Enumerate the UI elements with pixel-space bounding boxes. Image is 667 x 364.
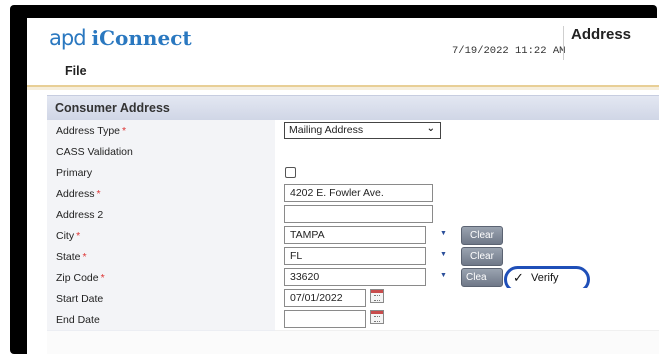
menu-divider-shadow [27,87,659,90]
dropdown-arrow-icon[interactable]: ▼ [440,230,448,239]
required-mark: * [122,125,127,137]
calendar-icon[interactable] [370,289,384,303]
row-address-type: Address Type * Mailing Address ⌄ [47,120,659,142]
state-clear-button[interactable]: Clear [461,247,503,266]
value-cell [275,141,659,163]
dropdown-arrow-icon[interactable]: ▼ [440,251,448,260]
section-header: Consumer Address [47,95,659,120]
row-cass-validation: CASS Validation [47,141,659,163]
primary-checkbox[interactable] [285,167,296,178]
calendar-icon[interactable] [370,310,384,324]
address-label: Address * [56,188,101,200]
end-date-label: End Date [56,314,100,326]
consumer-address-form: Consumer Address Address Type * Mailing A… [47,95,659,354]
end-date-input[interactable] [284,310,366,328]
app-logo: apd iConnect [49,26,192,50]
required-mark: * [100,272,105,284]
zip-code-label: Zip Code * [56,272,105,284]
row-primary: Primary [47,162,659,184]
address-value: 4202 E. Fowler Ave. [290,187,384,199]
city-value: TAMPA [290,229,325,241]
primary-label: Primary [56,167,93,179]
address-type-value: Mailing Address [289,124,364,136]
required-mark: * [82,251,87,263]
row-zip-code: Zip Code * 33620 ▼ Clea ✓ Verify [47,266,659,293]
chevron-down-icon: ⌄ [426,123,435,134]
checkmark-icon: ✓ [513,270,524,285]
cass-validation-label: CASS Validation [56,146,133,158]
verify-label: Verify [531,272,559,284]
start-date-input[interactable]: 07/01/2022 [284,289,366,307]
row-address: Address * 4202 E. Fowler Ave. [47,183,659,205]
row-city: City * TAMPA ▼ Clear [47,225,659,247]
state-value: FL [290,250,303,262]
row-end-date: End Date [47,309,659,331]
row-start-date: Start Date 07/01/2022 [47,288,659,310]
screenshot-frame: apd iConnect 7/19/2022 11:22 AM Address … [10,5,659,354]
address-input[interactable]: 4202 E. Fowler Ave. [284,184,433,202]
section-title: Consumer Address [55,101,170,115]
zip-code-value: 33620 [290,271,320,283]
zip-code-input[interactable]: 33620 [284,268,426,286]
logo-iconnect-text: iConnect [91,26,192,50]
address-type-label: Address Type * [56,125,127,137]
dropdown-arrow-icon[interactable]: ▼ [440,272,448,281]
start-date-value: 07/01/2022 [290,292,343,304]
state-label: State * [56,251,87,263]
address-2-input[interactable] [284,205,433,223]
required-mark: * [96,188,101,200]
address-type-select[interactable]: Mailing Address ⌄ [284,122,441,139]
row-state: State * FL ▼ Clear [47,246,659,268]
label-cell [47,225,275,247]
row-address-2: Address 2 [47,204,659,226]
zip-clear-button[interactable]: Clea [461,268,503,287]
city-label: City * [56,230,81,242]
city-input[interactable]: TAMPA [284,226,426,244]
title-divider [563,26,564,60]
value-cell [275,162,659,184]
app-window: apd iConnect 7/19/2022 11:22 AM Address … [27,18,659,354]
state-input[interactable]: FL [284,247,426,265]
required-mark: * [76,230,81,242]
logo-apd-text: apd [49,26,87,50]
start-date-label: Start Date [56,293,104,305]
city-clear-button[interactable]: Clear [461,226,503,245]
menu-file[interactable]: File [65,64,87,78]
address-2-label: Address 2 [56,209,104,221]
timestamp: 7/19/2022 11:22 AM [452,45,566,57]
page-title: Address [571,26,632,43]
